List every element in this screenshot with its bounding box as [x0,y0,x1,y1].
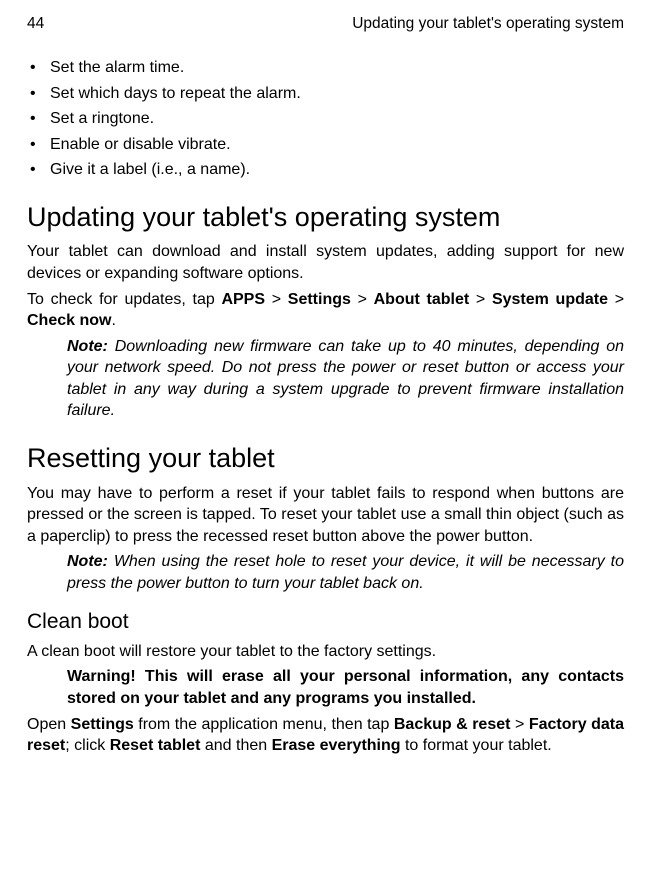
note-block: Note: When using the reset hole to reset… [27,551,624,594]
paragraph: A clean boot will restore your tablet to… [27,641,624,663]
paragraph: Open Settings from the application menu,… [27,714,624,757]
note-block: Note: Downloading new firmware can take … [27,336,624,422]
page-number: 44 [27,14,44,35]
list-item: Set which days to repeat the alarm. [27,83,624,105]
warning-block: Warning! This will erase all your person… [27,666,624,709]
list-item: Give it a label (i.e., a name). [27,159,624,181]
alarm-settings-list: Set the alarm time. Set which days to re… [27,57,624,181]
paragraph: You may have to perform a reset if your … [27,483,624,548]
heading-cleanboot: Clean boot [27,608,624,636]
chapter-title: Updating your tablet's operating system [352,14,624,35]
heading-updating: Updating your tablet's operating system [27,199,624,235]
note-label: Note: [67,553,108,570]
heading-resetting: Resetting your tablet [27,440,624,476]
list-item: Set the alarm time. [27,57,624,79]
list-item: Set a ringtone. [27,108,624,130]
note-label: Note: [67,338,108,355]
list-item: Enable or disable vibrate. [27,134,624,156]
paragraph: To check for updates, tap APPS > Setting… [27,289,624,332]
page-header: 44 Updating your tablet's operating syst… [27,14,624,35]
paragraph: Your tablet can download and install sys… [27,241,624,284]
